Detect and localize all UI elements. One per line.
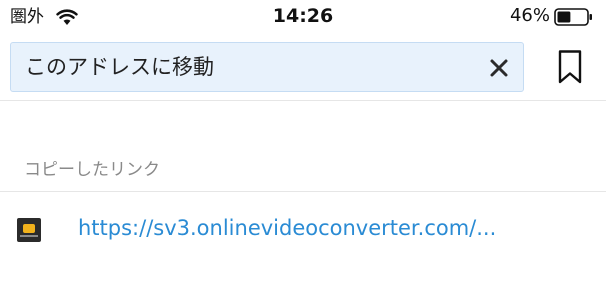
section-divider bbox=[0, 191, 606, 192]
copied-link-section-title: コピーしたリンク bbox=[24, 160, 160, 180]
site-favicon-icon bbox=[17, 218, 41, 242]
copied-link-url[interactable]: https://sv3.onlinevideoconverter.com/... bbox=[78, 213, 496, 243]
close-icon[interactable] bbox=[487, 56, 511, 80]
battery-percent: 46% bbox=[509, 5, 550, 26]
status-bar: 圏外 14:26 46% bbox=[0, 0, 606, 34]
favicon-text-mark bbox=[20, 235, 38, 237]
header-divider bbox=[0, 100, 606, 101]
bookmark-icon[interactable] bbox=[556, 49, 584, 85]
address-bar[interactable]: このアドレスに移動 bbox=[10, 42, 524, 92]
address-input[interactable]: このアドレスに移動 bbox=[25, 43, 214, 91]
favicon-mark bbox=[23, 224, 35, 233]
battery-icon bbox=[554, 8, 592, 26]
copied-link-item[interactable]: https://sv3.onlinevideoconverter.com/... bbox=[0, 200, 606, 258]
browser-screen: 圏外 14:26 46% このアドレスに移動 コピーしたリンク https://… bbox=[0, 0, 606, 290]
